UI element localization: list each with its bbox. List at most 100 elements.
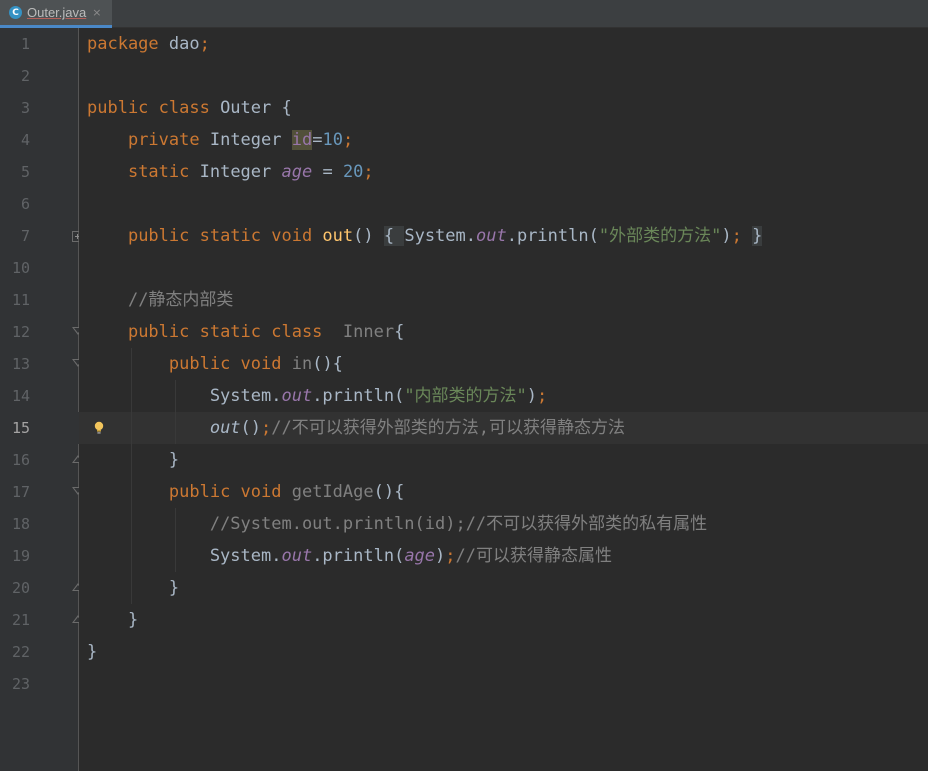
code-line[interactable]: } [79,572,928,604]
tab-outer-java[interactable]: C Outer.java × [0,0,112,28]
line-number: 16 [11,451,30,469]
code-token: //静态内部类 [127,290,234,310]
code-token: Integer [199,162,282,182]
code-line[interactable]: public static void out() { System.out.pr… [79,220,928,252]
code-line[interactable] [79,252,928,284]
code-text: } [79,578,179,598]
line-number: 13 [11,355,30,373]
code-line[interactable]: System.out.println(age);//可以获得静态属性 [79,540,928,572]
code-text: static Integer age = 20; [79,162,374,182]
code-token: = [312,130,323,150]
line-number: 20 [11,579,30,597]
code-line[interactable] [79,60,928,92]
code-line[interactable]: //System.out.println(id);//不可以获得外部类的私有属性 [79,508,928,540]
code-text: public void in(){ [79,354,343,374]
code-line[interactable]: //静态内部类 [79,284,928,316]
code-token: public void [168,354,292,374]
code-token: public void [168,482,292,502]
code-line[interactable]: out();//不可以获得外部类的方法,可以获得静态方法 [79,412,928,444]
code-token: System. [404,226,476,246]
indent-guide [131,348,132,604]
tab-label: Outer.java [27,5,87,20]
code-token: } [87,578,180,598]
indent-guide [175,508,176,572]
line-number: 4 [20,131,30,149]
line-number: 17 [11,483,30,501]
code-token: ; [342,130,354,150]
code-token: Outer { [220,98,292,118]
code-line[interactable]: } [79,444,928,476]
code-line[interactable]: public class Outer { [79,92,928,124]
code-token: } [752,226,763,246]
code-line[interactable] [79,668,928,700]
code-token: out [281,386,313,406]
code-token: out [209,418,241,438]
code-line[interactable] [79,188,928,220]
code-text: out();//不可以获得外部类的方法,可以获得静态方法 [79,418,625,438]
code-token: out [281,546,313,566]
line-number: 12 [11,323,30,341]
line-number: 3 [20,99,30,117]
line-number: 11 [11,291,30,309]
code-line[interactable]: static Integer age = 20; [79,156,928,188]
editor-tab-bar: C Outer.java × [0,0,928,28]
code-token: 10 [322,130,343,150]
code-line[interactable]: } [79,636,928,668]
code-token: public static class [127,322,343,342]
code-token: System. [87,546,282,566]
code-token: "内部类的方法" [404,386,527,406]
code-token: } [87,450,180,470]
code-text: private Integer id=10; [79,130,353,150]
code-token: ; [731,226,742,246]
lightbulb-icon[interactable] [94,421,104,435]
code-line[interactable]: } [79,604,928,636]
code-text: System.out.println(age);//可以获得静态属性 [79,546,612,566]
line-number: 18 [11,515,30,533]
line-number: 15 [11,419,30,437]
code-line[interactable]: private Integer id=10; [79,124,928,156]
code-token: public static void [127,226,323,246]
code-editor[interactable]: package dao; public class Outer { private… [79,28,928,771]
code-text: //System.out.println(id);//不可以获得外部类的私有属性 [79,514,707,534]
code-line[interactable]: public void getIdAge(){ [79,476,928,508]
code-token: ; [445,546,456,566]
code-token: //System.out.println(id);//不可以获得外部类的私有属性 [209,514,708,534]
line-number: 23 [11,675,30,693]
code-line[interactable]: System.out.println("内部类的方法"); [79,380,928,412]
code-text: public void getIdAge(){ [79,482,404,502]
code-token: (){ [373,482,405,502]
code-line[interactable]: public static class Inner{ [79,316,928,348]
code-token: in [291,354,313,374]
line-number: 19 [11,547,30,565]
line-number-gutter: 1 2 3 4 5 6 7 10 11 12 13 14 15 16 17 18 19 20 21 22 23 [0,28,84,771]
line-number: 5 [20,163,30,181]
code-text: public static class Inner{ [79,322,404,342]
code-token: "外部类的方法" [598,226,722,246]
code-token: .println( [312,386,405,406]
indent-guide [175,380,176,444]
code-text: //静态内部类 [79,290,233,310]
close-icon[interactable]: × [92,6,101,19]
code-token: ; [537,386,548,406]
code-token: } [87,642,98,662]
code-token: .println( [312,546,405,566]
java-class-icon: C [9,6,22,19]
code-token: { [383,226,405,246]
code-line[interactable]: package dao; [79,28,928,60]
line-number: 1 [20,35,30,53]
line-number: 22 [11,643,30,661]
line-number: 7 [20,227,30,245]
code-text: } [79,450,179,470]
code-line[interactable]: public void in(){ [79,348,928,380]
